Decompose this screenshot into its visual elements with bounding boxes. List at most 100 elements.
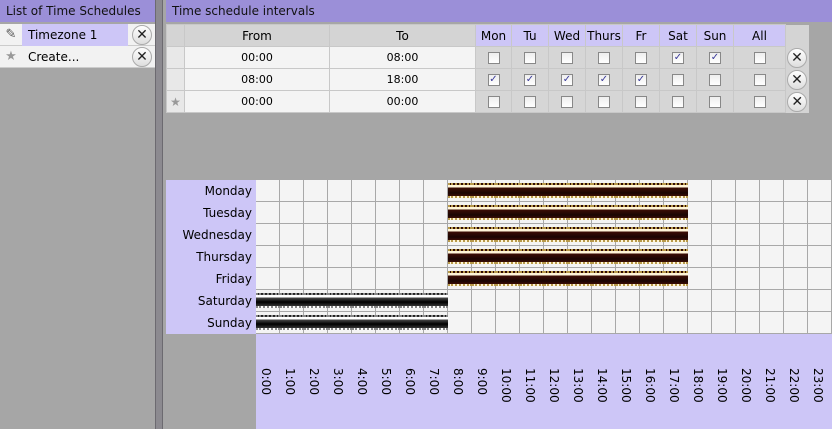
hour-cell[interactable] bbox=[616, 246, 640, 268]
hour-cell[interactable] bbox=[760, 246, 784, 268]
hour-cell[interactable] bbox=[280, 312, 304, 334]
hour-cell[interactable] bbox=[256, 246, 280, 268]
hour-cell[interactable] bbox=[304, 202, 328, 224]
checkbox-tu[interactable] bbox=[524, 52, 536, 64]
checkbox-fr[interactable] bbox=[635, 96, 647, 108]
hour-cell[interactable] bbox=[328, 290, 352, 312]
hour-cell[interactable] bbox=[568, 180, 592, 202]
hour-cell[interactable] bbox=[784, 202, 808, 224]
hour-cell[interactable] bbox=[664, 202, 688, 224]
hour-cell[interactable] bbox=[472, 312, 496, 334]
hour-cell[interactable] bbox=[496, 180, 520, 202]
hour-cell[interactable] bbox=[808, 246, 832, 268]
hour-cell[interactable] bbox=[280, 246, 304, 268]
hour-cell[interactable] bbox=[592, 268, 616, 290]
hour-cell[interactable] bbox=[472, 290, 496, 312]
hour-cell[interactable] bbox=[544, 290, 568, 312]
hour-cell[interactable] bbox=[712, 224, 736, 246]
from-cell[interactable]: 00:00 bbox=[184, 90, 330, 113]
hour-cell[interactable] bbox=[592, 180, 616, 202]
hour-cell[interactable] bbox=[640, 268, 664, 290]
hour-cell[interactable] bbox=[616, 312, 640, 334]
hour-cell[interactable] bbox=[664, 312, 688, 334]
hour-cell[interactable] bbox=[376, 224, 400, 246]
hour-cell[interactable] bbox=[712, 180, 736, 202]
hour-cell[interactable] bbox=[688, 180, 712, 202]
hour-cell[interactable] bbox=[424, 246, 448, 268]
hour-cell[interactable] bbox=[640, 290, 664, 312]
from-cell[interactable]: 08:00 bbox=[184, 68, 330, 91]
hour-cell[interactable] bbox=[256, 312, 280, 334]
hour-cell[interactable] bbox=[688, 202, 712, 224]
hour-cell[interactable] bbox=[784, 268, 808, 290]
hour-cell[interactable] bbox=[664, 180, 688, 202]
checkbox-wed[interactable]: ✓ bbox=[561, 74, 573, 86]
hour-cell[interactable] bbox=[688, 312, 712, 334]
hour-cell[interactable] bbox=[280, 202, 304, 224]
hour-cell[interactable] bbox=[520, 312, 544, 334]
hour-cell[interactable] bbox=[376, 246, 400, 268]
hour-cell[interactable] bbox=[256, 202, 280, 224]
hour-cell[interactable] bbox=[568, 224, 592, 246]
hour-cell[interactable] bbox=[448, 180, 472, 202]
hour-cell[interactable] bbox=[400, 268, 424, 290]
hour-cell[interactable] bbox=[640, 202, 664, 224]
hour-cell[interactable] bbox=[520, 202, 544, 224]
to-cell[interactable]: 18:00 bbox=[329, 68, 476, 91]
hour-cell[interactable] bbox=[544, 224, 568, 246]
hour-cell[interactable] bbox=[280, 290, 304, 312]
hour-cell[interactable] bbox=[280, 268, 304, 290]
hour-cell[interactable] bbox=[688, 224, 712, 246]
checkbox-mon[interactable] bbox=[487, 96, 500, 108]
delete-schedule-button[interactable]: ✕ bbox=[132, 25, 152, 45]
hour-cell[interactable] bbox=[616, 290, 640, 312]
hour-cell[interactable] bbox=[352, 224, 376, 246]
hour-cell[interactable] bbox=[352, 246, 376, 268]
checkbox-wed[interactable] bbox=[561, 52, 573, 64]
hour-cell[interactable] bbox=[592, 224, 616, 246]
hour-cell[interactable] bbox=[256, 224, 280, 246]
hour-cell[interactable] bbox=[280, 224, 304, 246]
hour-cell[interactable] bbox=[376, 268, 400, 290]
hour-cell[interactable] bbox=[784, 224, 808, 246]
checkbox-thurs[interactable] bbox=[598, 96, 610, 108]
checkbox-fr[interactable] bbox=[635, 52, 647, 64]
hour-cell[interactable] bbox=[376, 202, 400, 224]
hour-cell[interactable] bbox=[760, 224, 784, 246]
checkbox-sat[interactable]: ✓ bbox=[672, 52, 684, 64]
schedule-item-timezone-1[interactable]: ✎ Timezone 1 ✕ bbox=[0, 24, 155, 46]
hour-cell[interactable] bbox=[664, 246, 688, 268]
to-cell[interactable]: 08:00 bbox=[329, 46, 476, 69]
hour-cell[interactable] bbox=[352, 180, 376, 202]
hour-cell[interactable] bbox=[424, 202, 448, 224]
hour-cell[interactable] bbox=[544, 202, 568, 224]
hour-cell[interactable] bbox=[304, 224, 328, 246]
checkbox-tu[interactable] bbox=[524, 96, 536, 108]
hour-cell[interactable] bbox=[736, 224, 760, 246]
hour-cell[interactable] bbox=[544, 180, 568, 202]
hour-cell[interactable] bbox=[448, 202, 472, 224]
hour-cell[interactable] bbox=[472, 202, 496, 224]
checkbox-wed[interactable] bbox=[561, 96, 573, 108]
hour-cell[interactable] bbox=[448, 224, 472, 246]
hour-cell[interactable] bbox=[760, 268, 784, 290]
hour-cell[interactable] bbox=[736, 246, 760, 268]
hour-cell[interactable] bbox=[568, 268, 592, 290]
hour-cell[interactable] bbox=[736, 202, 760, 224]
checkbox-tu[interactable]: ✓ bbox=[524, 74, 536, 86]
hour-cell[interactable] bbox=[688, 246, 712, 268]
hour-cell[interactable] bbox=[808, 268, 832, 290]
hour-cell[interactable] bbox=[712, 202, 736, 224]
hour-cell[interactable] bbox=[352, 202, 376, 224]
hour-cell[interactable] bbox=[784, 290, 808, 312]
hour-cell[interactable] bbox=[376, 180, 400, 202]
hour-cell[interactable] bbox=[304, 268, 328, 290]
delete-interval-button[interactable]: ✕ bbox=[787, 69, 807, 90]
hour-cell[interactable] bbox=[304, 312, 328, 334]
hour-cell[interactable] bbox=[544, 312, 568, 334]
checkbox-sat[interactable] bbox=[672, 74, 684, 86]
hour-cell[interactable] bbox=[496, 290, 520, 312]
hour-cell[interactable] bbox=[256, 290, 280, 312]
hour-cell[interactable] bbox=[496, 268, 520, 290]
hour-cell[interactable] bbox=[808, 290, 832, 312]
